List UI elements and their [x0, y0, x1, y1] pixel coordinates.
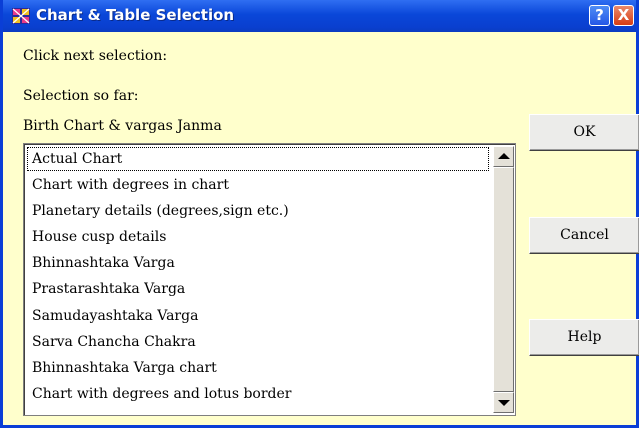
list-item[interactable]: Samudayashtaka Varga — [27, 304, 489, 328]
selection-value: Birth Chart & vargas Janma — [23, 118, 222, 134]
cancel-button[interactable]: Cancel — [529, 217, 639, 254]
list-item[interactable]: Bhinnashtaka Varga chart — [27, 356, 489, 380]
scroll-thumb[interactable] — [493, 167, 514, 392]
arrow-up-icon — [498, 153, 510, 159]
list-item[interactable]: Chart with degrees in chart — [27, 173, 489, 197]
ok-button[interactable]: OK — [529, 114, 639, 151]
list-item[interactable]: Sarva Chancha Chakra — [27, 330, 489, 354]
selection-listbox[interactable]: Actual Chart Chart with degrees in chart… — [23, 143, 516, 416]
scroll-up-button[interactable] — [493, 146, 514, 167]
list-item[interactable]: Planetary details (degrees,sign etc.) — [27, 199, 489, 223]
list-item[interactable]: Prastarashtaka Varga — [27, 277, 489, 301]
list-item[interactable]: Actual Chart — [27, 147, 489, 171]
list-scrollbar[interactable] — [493, 146, 514, 413]
chart-table-selection-dialog: Chart & Table Selection ? X Click next s… — [0, 0, 639, 428]
title-close-button[interactable]: X — [613, 5, 634, 26]
title-help-button[interactable]: ? — [589, 5, 610, 26]
scroll-down-button[interactable] — [493, 392, 514, 413]
prompt-label: Click next selection: — [23, 48, 168, 64]
window-title: Chart & Table Selection — [36, 6, 235, 24]
app-icon — [12, 8, 30, 24]
list-item[interactable]: Chart with degrees and lotus border — [27, 382, 489, 406]
arrow-down-icon — [498, 400, 510, 406]
list-item[interactable]: Bhinnashtaka Varga — [27, 251, 489, 275]
selection-so-far-label: Selection so far: — [23, 88, 139, 104]
list-item[interactable]: House cusp details — [27, 225, 489, 249]
help-button[interactable]: Help — [529, 319, 639, 356]
title-bar[interactable]: Chart & Table Selection ? X — [3, 0, 636, 32]
